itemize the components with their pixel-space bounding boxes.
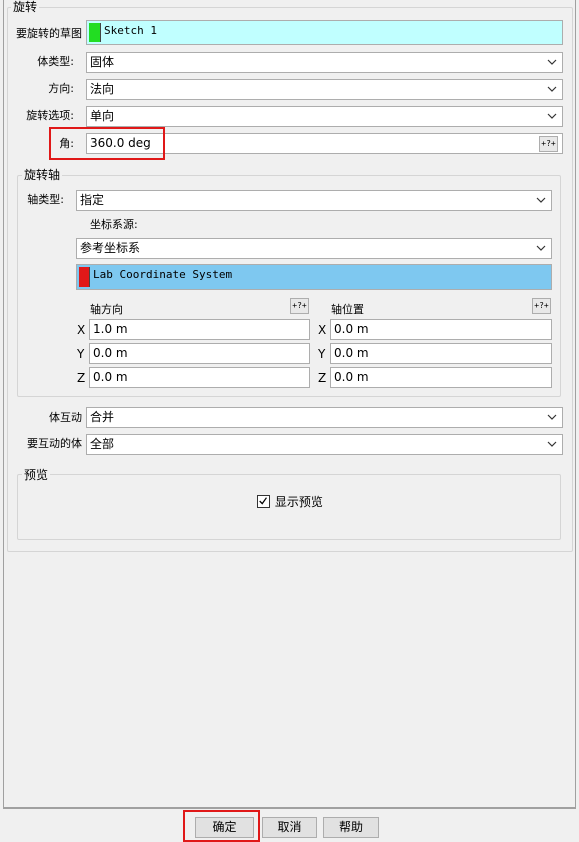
direction-select[interactable]: 法向 [86, 79, 563, 100]
coord-source-select[interactable]: 参考坐标系 [76, 238, 552, 259]
checkbox-checked-icon [257, 495, 270, 508]
revolve-option-label: 旋转选项: [26, 109, 74, 122]
sketch-label: 要旋转的草图 [16, 27, 82, 40]
revolve-option-select[interactable]: 单向 [86, 106, 563, 127]
ok-button-highlight [183, 810, 260, 842]
body-interaction-value: 合并 [90, 410, 115, 424]
sketch-field[interactable]: Sketch 1 [86, 20, 563, 45]
direction-y-value: 0.0 m [93, 346, 128, 360]
position-z-label: Z [318, 371, 327, 385]
position-y-input[interactable]: 0.0 m [330, 343, 552, 364]
chevron-down-icon [536, 197, 546, 203]
revolve-option-value: 单向 [90, 109, 115, 123]
direction-x-input[interactable]: 1.0 m [89, 319, 310, 340]
chevron-down-icon [547, 113, 557, 119]
body-type-select[interactable]: 固体 [86, 52, 563, 73]
chevron-down-icon [547, 441, 557, 447]
direction-z-input[interactable]: 0.0 m [89, 367, 310, 388]
axis-group-title: 旋转轴 [22, 168, 63, 182]
sketch-value: Sketch 1 [104, 24, 157, 37]
preview-group-title: 预览 [22, 468, 51, 482]
body-interaction-select[interactable]: 合并 [86, 407, 563, 428]
direction-label: 方向: [48, 82, 74, 95]
direction-x-value: 1.0 m [93, 322, 128, 336]
axis-type-label: 轴类型: [27, 193, 64, 206]
help-button[interactable]: 帮助 [323, 817, 379, 838]
position-y-value: 0.0 m [334, 346, 369, 360]
coord-system-field[interactable]: Lab Coordinate System [76, 264, 552, 290]
position-x-label: X [318, 323, 327, 337]
direction-value: 法向 [90, 82, 115, 96]
angle-highlight [49, 127, 165, 160]
bodies-value: 全部 [90, 437, 115, 451]
coord-source-label: 坐标系源: [90, 218, 138, 231]
axis-direction-label: 轴方向 [90, 303, 123, 316]
preview-checkbox-label: 显示预览 [274, 495, 323, 509]
bodies-select[interactable]: 全部 [86, 434, 563, 455]
axis-type-select[interactable]: 指定 [76, 190, 552, 211]
position-y-label: Y [318, 347, 326, 361]
direction-z-value: 0.0 m [93, 370, 128, 384]
position-z-input[interactable]: 0.0 m [330, 367, 552, 388]
direction-x-label: X [77, 323, 86, 337]
axis-direction-parameter-button[interactable]: +?+ [290, 298, 309, 314]
coord-system-value: Lab Coordinate System [93, 268, 233, 281]
position-x-input[interactable]: 0.0 m [330, 319, 552, 340]
footer-divider [3, 808, 576, 809]
revolve-group-title: 旋转 [11, 0, 40, 14]
coord-source-value: 参考坐标系 [80, 241, 141, 255]
chevron-down-icon [536, 245, 546, 251]
axis-position-label: 轴位置 [331, 303, 364, 316]
direction-z-label: Z [77, 371, 86, 385]
chevron-down-icon [547, 414, 557, 420]
direction-y-label: Y [77, 347, 85, 361]
body-interaction-label: 体互动 [49, 411, 82, 424]
body-type-label: 体类型: [37, 55, 74, 68]
preview-checkbox[interactable]: 显示预览 [257, 493, 323, 509]
sketch-color-swatch [89, 23, 101, 42]
cancel-button[interactable]: 取消 [262, 817, 317, 838]
body-type-value: 固体 [90, 55, 115, 69]
position-z-value: 0.0 m [334, 370, 369, 384]
bodies-label: 要互动的体 [27, 437, 82, 450]
coord-system-color-swatch [79, 267, 90, 287]
axis-type-value: 指定 [80, 193, 105, 207]
chevron-down-icon [547, 86, 557, 92]
direction-y-input[interactable]: 0.0 m [89, 343, 310, 364]
axis-position-parameter-button[interactable]: +?+ [532, 298, 551, 314]
position-x-value: 0.0 m [334, 322, 369, 336]
angle-parameter-button[interactable]: +?+ [539, 136, 558, 152]
chevron-down-icon [547, 59, 557, 65]
